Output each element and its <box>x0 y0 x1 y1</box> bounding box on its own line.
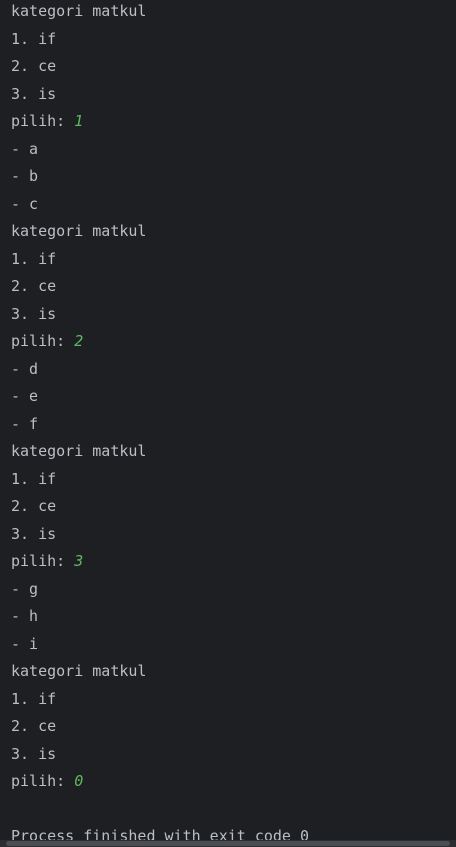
menu-option: 3. is <box>11 304 57 323</box>
menu-option: 3. is <box>11 744 57 763</box>
result-item: - e <box>11 387 39 405</box>
input-prompt-line: pilih: 1 <box>11 108 309 136</box>
run-console[interactable]: kategori matkul 1. if 2. ce 3. is pilih:… <box>0 0 456 840</box>
menu-header: kategori matkul <box>11 662 147 680</box>
prompt-label: pilih: <box>11 772 75 790</box>
menu-option: 2. ce <box>11 57 57 75</box>
input-prompt-line: pilih: 0 <box>11 768 309 796</box>
prompt-label: pilih: <box>11 332 75 350</box>
menu-option: 1. if <box>11 249 57 268</box>
menu-option: 1. if <box>11 469 57 488</box>
horizontal-scrollbar[interactable] <box>0 840 456 847</box>
user-input-value: 1 <box>74 112 84 130</box>
prompt-label: pilih: <box>11 112 75 130</box>
console-output: kategori matkul 1. if 2. ce 3. is pilih:… <box>11 0 309 840</box>
menu-header: kategori matkul <box>11 442 147 460</box>
result-item: - c <box>11 194 39 213</box>
result-item: - f <box>11 414 39 433</box>
result-item: - d <box>11 359 39 378</box>
menu-option: 1. if <box>11 29 57 48</box>
input-prompt-line: pilih: 2 <box>11 328 309 356</box>
result-item: - g <box>11 579 39 598</box>
user-input-value: 3 <box>74 552 84 570</box>
menu-header: kategori matkul <box>11 2 147 20</box>
input-prompt-line: pilih: 3 <box>11 548 309 576</box>
menu-option: 3. is <box>11 524 57 543</box>
menu-option: 2. ce <box>11 717 57 735</box>
process-exit-message: Process finished with exit code 0 <box>11 827 310 840</box>
scrollbar-thumb[interactable] <box>6 841 450 846</box>
menu-header: kategori matkul <box>11 222 147 240</box>
result-item: - h <box>11 607 39 625</box>
menu-option: 2. ce <box>11 497 57 515</box>
result-item: - a <box>11 139 39 158</box>
menu-option: 2. ce <box>11 277 57 295</box>
prompt-label: pilih: <box>11 552 75 570</box>
result-item: - b <box>11 167 39 185</box>
menu-option: 3. is <box>11 84 57 103</box>
result-item: - i <box>11 634 39 653</box>
user-input-value: 2 <box>74 332 84 350</box>
user-input-value: 0 <box>74 772 84 790</box>
menu-option: 1. if <box>11 689 57 708</box>
